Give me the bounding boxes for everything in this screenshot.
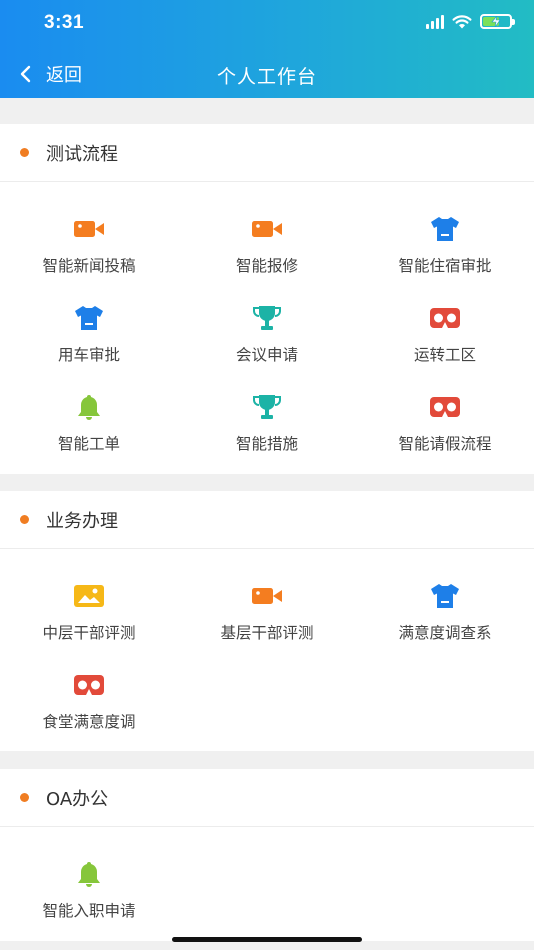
app-label: 用车审批 <box>57 346 120 364</box>
tshirt-icon <box>74 301 104 335</box>
app-tile[interactable]: 智能报修 <box>178 194 356 283</box>
section-oa-office: OA办公 智能入职申请 <box>0 769 534 941</box>
bullet-dot-icon <box>20 793 29 802</box>
app-label: 满意度调查系 <box>398 624 492 642</box>
app-tile[interactable]: 会议申请 <box>178 283 356 372</box>
wifi-icon <box>452 14 472 28</box>
app-grid: 中层干部评测 基层干部评测 满意度调查系 食堂满意度调 <box>0 549 534 739</box>
bell-icon <box>76 857 102 891</box>
bullet-dot-icon <box>20 515 29 524</box>
app-label: 智能入职申请 <box>42 902 136 920</box>
page-title: 个人工作台 <box>216 66 317 88</box>
signal-icon <box>426 14 444 29</box>
app-tile[interactable]: 食堂满意度调 <box>0 650 178 739</box>
image-icon <box>74 579 104 613</box>
vr-glasses-icon <box>430 390 460 424</box>
status-icons <box>426 14 515 29</box>
app-label: 基层干部评测 <box>220 624 314 642</box>
app-tile[interactable]: 基层干部评测 <box>178 561 356 650</box>
vr-glasses-icon <box>430 301 460 335</box>
section-header: 测试流程 <box>0 124 534 182</box>
app-label: 智能报修 <box>235 257 298 275</box>
section-header: 业务办理 <box>0 491 534 549</box>
app-tile[interactable]: 智能入职申请 <box>0 839 178 928</box>
section-title: 业务办理 <box>46 510 118 532</box>
app-grid: 智能入职申请 <box>0 827 534 928</box>
app-label: 运转工区 <box>413 346 476 364</box>
app-label: 食堂满意度调 <box>42 713 136 731</box>
home-indicator[interactable] <box>172 937 362 942</box>
app-tile[interactable]: 满意度调查系 <box>356 561 534 650</box>
video-camera-icon <box>252 212 282 246</box>
app-grid: 智能新闻投稿 智能报修 智能住宿审批 用车审批 会议申请 运转工区 智能工单 智… <box>0 182 534 461</box>
trophy-icon <box>252 390 282 424</box>
app-tile[interactable]: 智能住宿审批 <box>356 194 534 283</box>
app-tile[interactable]: 智能新闻投稿 <box>0 194 178 283</box>
video-camera-icon <box>74 212 104 246</box>
app-tile[interactable]: 运转工区 <box>356 283 534 372</box>
app-header: 3:31 返回 个人工作台 <box>0 0 534 98</box>
vr-glasses-icon <box>74 668 104 702</box>
status-time: 3:31 <box>44 12 85 33</box>
app-label: 智能工单 <box>57 435 120 453</box>
battery-icon <box>480 14 515 29</box>
tshirt-icon <box>430 212 460 246</box>
section-test-flow: 测试流程 智能新闻投稿 智能报修 智能住宿审批 用车审批 会议申请 运转工区 智… <box>0 124 534 474</box>
trophy-icon <box>252 301 282 335</box>
section-title: 测试流程 <box>46 143 118 165</box>
app-tile[interactable]: 智能请假流程 <box>356 372 534 461</box>
app-tile[interactable]: 用车审批 <box>0 283 178 372</box>
tshirt-icon <box>430 579 460 613</box>
bell-icon <box>76 390 102 424</box>
app-label: 智能请假流程 <box>398 435 492 453</box>
section-title: OA办公 <box>46 788 109 810</box>
app-label: 智能住宿审批 <box>398 257 492 275</box>
app-tile[interactable]: 智能措施 <box>178 372 356 461</box>
section-business: 业务办理 中层干部评测 基层干部评测 满意度调查系 食堂满意度调 <box>0 491 534 751</box>
app-tile[interactable]: 中层干部评测 <box>0 561 178 650</box>
app-label: 会议申请 <box>235 346 298 364</box>
app-label: 智能新闻投稿 <box>42 257 136 275</box>
app-label: 中层干部评测 <box>42 624 136 642</box>
app-tile[interactable]: 智能工单 <box>0 372 178 461</box>
app-label: 智能措施 <box>235 435 298 453</box>
section-header: OA办公 <box>0 769 534 827</box>
bullet-dot-icon <box>20 148 29 157</box>
video-camera-icon <box>252 579 282 613</box>
